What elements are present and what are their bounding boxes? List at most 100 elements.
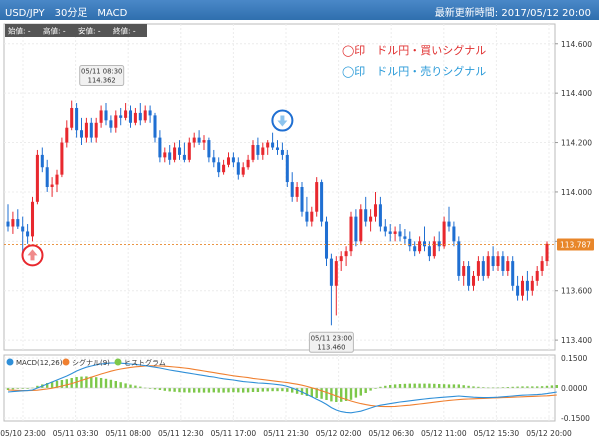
histogram-bar [124, 383, 127, 388]
candle-body [40, 154, 44, 168]
histogram-bar [80, 376, 83, 388]
candle-body [491, 256, 495, 267]
histogram-bar [188, 388, 191, 393]
histogram-bar [251, 388, 255, 392]
legend-buy-signal: ◯印 ドル円・買いシグナル [342, 43, 486, 57]
candle-body [403, 236, 407, 239]
candle-body [506, 261, 510, 271]
x-tick-label: 05/11 12:30 [158, 429, 204, 438]
histogram-bar [335, 388, 338, 402]
histogram-bar [217, 388, 220, 393]
x-tick-label: 05/11 03:30 [53, 429, 99, 438]
candle-body [138, 112, 142, 121]
candle-body [119, 115, 123, 118]
histogram-bar [197, 388, 201, 393]
histogram-bar [418, 383, 421, 388]
candle-body [50, 184, 54, 187]
candle-body [364, 209, 368, 222]
histogram-bar [457, 384, 460, 388]
x-tick-label: 05/12 15:30 [474, 429, 520, 438]
histogram-bar [354, 388, 358, 398]
candle-body [177, 147, 182, 155]
candle-body [280, 149, 284, 155]
candle-body [501, 256, 505, 271]
candle-body [231, 157, 235, 163]
y-tick-label: 113.600 [561, 287, 592, 296]
candle-body [545, 243, 549, 262]
candle-body [324, 221, 329, 259]
histogram-bar [163, 388, 166, 391]
candle-body [334, 261, 338, 286]
histogram-bar [467, 385, 470, 388]
candle-body [378, 204, 382, 227]
histogram-bar [340, 388, 343, 402]
candle-body [30, 201, 35, 237]
ohlc-label: 終値: - [113, 26, 136, 36]
histogram-bar [202, 388, 206, 393]
candle-body [133, 112, 137, 123]
y-tick-label: 0.1500 [561, 354, 587, 363]
candle-body [261, 147, 265, 155]
x-tick-label: 05/11 08:00 [105, 429, 151, 438]
histogram-bar [398, 384, 402, 388]
candle-body [182, 154, 186, 160]
histogram-bar [129, 384, 132, 388]
candle-body [432, 241, 436, 257]
candle-body [236, 162, 240, 175]
candle-body [305, 211, 309, 222]
candle-body [467, 266, 471, 286]
histogram-bar [325, 388, 328, 400]
histogram-bar [408, 383, 411, 388]
ohlc-label: 安値: - [78, 26, 101, 36]
candle-body [481, 261, 485, 276]
candle-body [476, 261, 480, 276]
candle-body [202, 140, 206, 143]
histogram-bar [109, 379, 113, 388]
histogram-bar [271, 388, 274, 392]
candle-body [45, 167, 49, 187]
title-bar: USD/JPY 30分足 MACD 最新更新時間: 2017/05/12 20:… [0, 0, 599, 20]
candle-body [163, 152, 167, 158]
candle-body [84, 122, 88, 138]
candle-body [320, 182, 324, 222]
candle-body [285, 154, 289, 183]
legend-sell-signal: ◯印 ドル円・売りシグナル [342, 64, 486, 78]
candle-body [339, 256, 343, 262]
histogram-bar [276, 388, 279, 392]
legend-swatch [6, 358, 14, 366]
candle-body [275, 147, 280, 150]
histogram-bar [384, 385, 387, 388]
histogram-bar [286, 388, 289, 392]
histogram-bar [65, 379, 68, 388]
histogram-bar [447, 384, 451, 388]
candle-body [398, 231, 402, 237]
candle-body [109, 120, 113, 128]
histogram-bar [403, 383, 407, 388]
candle-body [70, 107, 74, 128]
candle-body [192, 137, 196, 143]
histogram-bar [266, 388, 269, 392]
candle-body [486, 256, 490, 276]
candle-body [349, 216, 353, 252]
candle-body [256, 145, 260, 155]
candle-body [393, 231, 397, 234]
histogram-bar [428, 383, 431, 388]
candle-body [148, 110, 152, 116]
candle-body [315, 182, 319, 212]
candle-body [516, 285, 520, 296]
histogram-bar [168, 388, 171, 392]
histogram-bar [550, 385, 554, 388]
candle-body [525, 280, 529, 291]
histogram-bar [555, 385, 558, 388]
histogram-bar [237, 388, 240, 393]
candle-body [462, 266, 466, 276]
candle-body [75, 107, 79, 131]
candle-body [6, 221, 10, 227]
candle-body [422, 241, 427, 247]
histogram-bar [545, 385, 549, 388]
candle-body [26, 231, 30, 237]
histogram-bar [119, 382, 122, 388]
histogram-bar [95, 377, 98, 388]
candle-body [271, 142, 275, 148]
candle-body [388, 231, 392, 234]
